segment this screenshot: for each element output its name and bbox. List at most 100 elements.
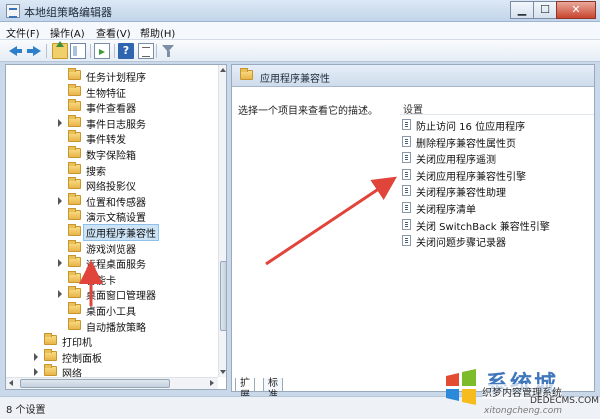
status-text: 8 个设置: [6, 405, 46, 416]
filter-icon[interactable]: [160, 43, 176, 59]
tree-item-label: 位置和传感器: [86, 197, 146, 209]
tree-item-label: 任务计划程序: [86, 73, 146, 84]
tree-item[interactable]: 远程桌面服务: [6, 255, 216, 272]
tree-item[interactable]: 事件日志服务: [6, 114, 216, 131]
folder-icon: [68, 161, 81, 174]
folder-icon: [68, 177, 81, 190]
expand-arrow-icon[interactable]: [32, 352, 40, 361]
folder-icon: [68, 192, 81, 205]
back-arrow-icon[interactable]: [8, 43, 24, 59]
scroll-down-arrow-icon[interactable]: [219, 367, 226, 377]
watermark-line2: DEDECMS.COM: [530, 396, 599, 406]
scrollbar-thumb[interactable]: [20, 379, 170, 388]
tree-item[interactable]: 位置和传感器: [6, 192, 216, 209]
tree-item[interactable]: 演示文稿设置: [6, 208, 216, 224]
toolbar-separator: [90, 44, 91, 58]
tree-item[interactable]: 任务计划程序: [6, 68, 216, 84]
folder-icon: [68, 130, 81, 143]
setting-label: 关闭程序清单: [416, 205, 476, 216]
tree-item-label: 桌面窗口管理器: [86, 291, 156, 303]
tree-item[interactable]: 桌面窗口管理器: [6, 286, 216, 303]
tree-item-label: 生物特征: [86, 88, 126, 100]
tree-item-label: 搜索: [86, 166, 106, 178]
setting-label: 关闭应用程序遥测: [416, 155, 496, 167]
tree-item[interactable]: 控制面板: [6, 348, 216, 365]
policy-setting-icon: [402, 168, 411, 180]
description-text: 选择一个项目来查看它的描述。: [238, 106, 378, 117]
tree-item[interactable]: 网络投影仪: [6, 177, 216, 193]
window-title: 本地组策略编辑器: [24, 6, 112, 19]
tree-item[interactable]: 桌面小工具: [6, 302, 216, 318]
forward-arrow-icon[interactable]: [26, 43, 42, 59]
folder-icon: [68, 317, 81, 330]
folder-icon: [68, 208, 81, 221]
policy-setting-icon: [402, 202, 411, 213]
folder-icon: [68, 99, 81, 112]
setting-label: 防止访问 16 位应用程序: [416, 122, 526, 133]
tree-item[interactable]: 自动播放策略: [6, 317, 216, 334]
scroll-up-arrow-icon[interactable]: [219, 65, 226, 75]
content-pane: 应用程序兼容性 选择一个项目来查看它的描述。 设置 防止访问 16 位应用程序删…: [231, 64, 595, 392]
toolbar-separator: [156, 44, 157, 58]
tree-item[interactable]: 游戏浏览器: [6, 239, 216, 256]
menu-view[interactable]: 查看(V): [96, 25, 131, 40]
tree-vertical-scrollbar[interactable]: [218, 65, 226, 377]
tree-item-label: 远程桌面服务: [86, 260, 146, 272]
toolbar-separator: [114, 44, 115, 58]
windows-logo-icon: [446, 369, 476, 405]
menu-help[interactable]: 帮助(H): [140, 25, 175, 40]
tree-item-label: 数字保险箱: [86, 151, 136, 162]
show-hide-tree-icon[interactable]: [70, 43, 86, 59]
tree-horizontal-scrollbar[interactable]: [6, 377, 218, 389]
tree-item[interactable]: 事件转发: [6, 130, 216, 146]
tree-item[interactable]: 智能卡: [6, 270, 216, 287]
tree-item-label: 打印机: [62, 338, 92, 350]
policy-setting-icon: [402, 185, 411, 197]
folder-icon: [68, 68, 81, 80]
tree-item[interactable]: 搜索: [6, 161, 216, 178]
tree-item[interactable]: 生物特征: [6, 83, 216, 100]
properties-icon[interactable]: [138, 43, 154, 59]
content-header: 应用程序兼容性: [232, 65, 594, 87]
setting-label: 删除程序兼容性属性页: [416, 138, 516, 150]
menu-action[interactable]: 操作(A): [50, 25, 85, 40]
setting-label: 关闭问题步骤记录器: [416, 238, 506, 250]
tree-pane[interactable]: 任务计划程序 生物特征 事件查看器 事件日志服务 事件转发数字保险箱搜索 网络投影仪位置和…: [5, 64, 227, 390]
minimize-button[interactable]: ▁: [510, 1, 534, 19]
setting-label: 关闭程序兼容性助理: [416, 188, 506, 200]
folder-icon: [68, 114, 81, 127]
export-list-icon[interactable]: [94, 43, 110, 59]
content-title: 应用程序兼容性: [260, 74, 330, 85]
expand-arrow-icon[interactable]: [56, 118, 64, 127]
close-button[interactable]: ✕: [556, 1, 596, 19]
tree-item[interactable]: 应用程序兼容性: [6, 224, 216, 241]
tab-standard[interactable]: 标准: [263, 378, 283, 401]
folder-icon: [68, 255, 81, 268]
expand-arrow-icon[interactable]: [32, 368, 40, 377]
tree-item[interactable]: 数字保险箱: [6, 146, 216, 162]
folder-icon: [68, 224, 81, 236]
tree-item[interactable]: 事件查看器: [6, 99, 216, 115]
tree-item[interactable]: 打印机: [6, 333, 216, 350]
expand-arrow-icon[interactable]: [56, 259, 64, 268]
up-folder-icon[interactable]: [52, 41, 68, 59]
folder-icon: [44, 364, 57, 377]
policy-setting-icon: [402, 235, 411, 247]
expand-arrow-icon[interactable]: [56, 196, 64, 205]
scroll-right-arrow-icon[interactable]: [207, 378, 218, 389]
policy-setting-icon: [402, 218, 411, 230]
watermark: 系统城 织梦内容管理系统 DEDECMS.COM xitongcheng.com: [440, 362, 600, 419]
policy-setting-icon: [402, 119, 411, 130]
expand-arrow-icon[interactable]: [56, 290, 64, 299]
folder-icon: [44, 333, 57, 346]
scroll-left-arrow-icon[interactable]: [6, 378, 17, 389]
tree-item-label: 智能卡: [86, 275, 116, 287]
folder-icon: [68, 146, 81, 158]
menu-file[interactable]: 文件(F): [6, 25, 40, 40]
help-icon[interactable]: ?: [118, 43, 134, 59]
policy-setting-icon: [402, 135, 411, 147]
scrollbar-thumb[interactable]: [220, 261, 226, 331]
tab-extended[interactable]: 扩展: [235, 378, 255, 401]
settings-column-header[interactable]: 设置: [400, 101, 594, 116]
maximize-button[interactable]: ☐: [533, 1, 557, 19]
